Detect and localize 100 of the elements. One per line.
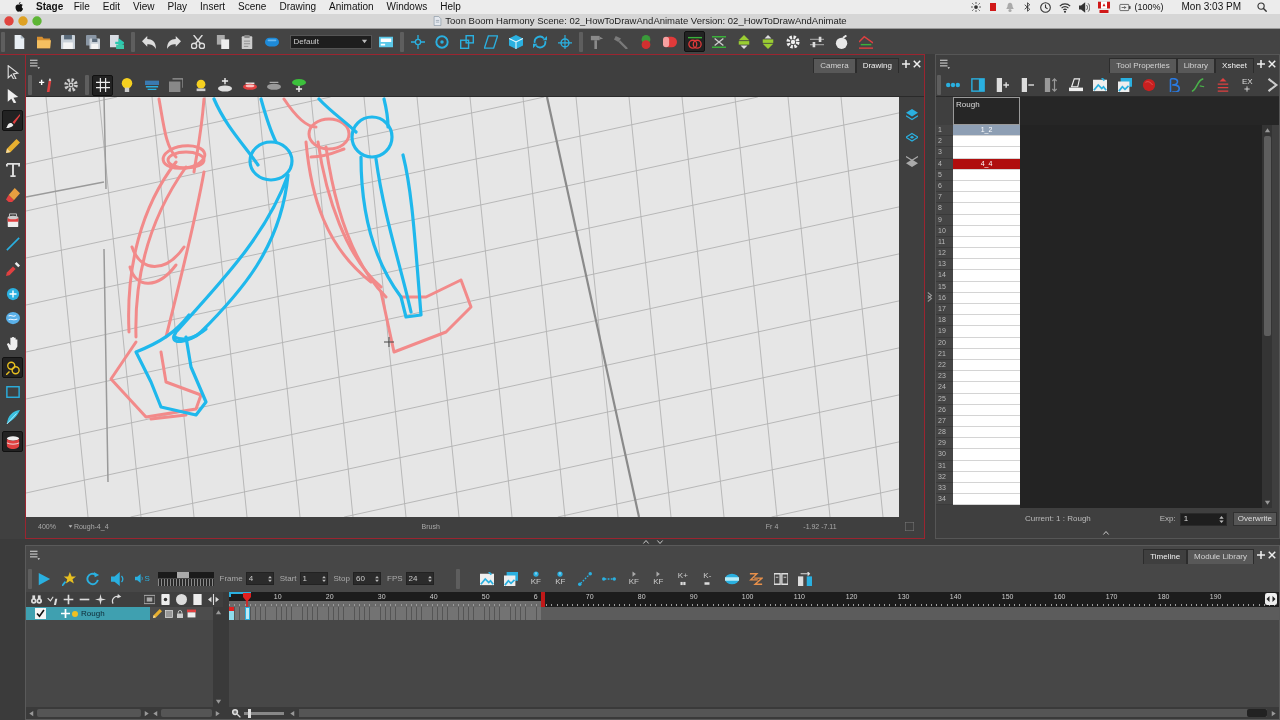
expand-plus-icon[interactable] (61, 609, 70, 618)
xsheet-cell[interactable] (953, 259, 1020, 271)
clock-icon[interactable] (1039, 1, 1051, 13)
window-close-icon[interactable] (4, 16, 14, 26)
xsheet-cell[interactable] (953, 225, 1020, 237)
chevron-up-icon[interactable] (1102, 530, 1110, 536)
stop-marker-icon[interactable] (541, 592, 545, 607)
view-preset-dropdown[interactable]: Default (289, 34, 372, 49)
volume-icon[interactable] (1078, 1, 1090, 13)
xsheet-cell[interactable] (953, 281, 1020, 293)
timeline-zoom-slider[interactable] (244, 711, 284, 715)
overwrite-button[interactable]: Overwrite (1232, 512, 1277, 526)
xsheet-cell[interactable] (953, 136, 1020, 148)
spinner-icon[interactable] (320, 574, 327, 583)
layer-checkbox[interactable] (35, 608, 46, 619)
menu-item[interactable]: Windows (380, 2, 434, 12)
panel-tab[interactable]: Module Library (1187, 549, 1254, 564)
column-frame-icon[interactable] (970, 78, 985, 92)
xsheet-cell[interactable] (953, 460, 1020, 472)
playback-speed-slider[interactable] (157, 571, 214, 578)
bluetooth-icon[interactable] (1022, 2, 1032, 12)
xsheet-cell[interactable] (953, 348, 1020, 360)
panel-tab[interactable]: Library (1176, 58, 1216, 73)
panel-menu-icon[interactable] (30, 59, 40, 69)
pen-curve-icon[interactable] (1191, 78, 1206, 92)
column-header[interactable]: Rough (953, 97, 1020, 125)
panel-tab[interactable]: Camera (813, 58, 856, 73)
square-icon[interactable] (988, 2, 997, 12)
arrow-right-icon[interactable] (143, 709, 150, 717)
film-frame-icon[interactable] (144, 594, 155, 605)
dots-diagonal-icon[interactable] (577, 571, 592, 586)
arrow-up-icon[interactable] (214, 609, 222, 616)
menu-clock[interactable]: Mon 3:03 PM (1181, 2, 1241, 12)
slider-thumb[interactable] (177, 571, 190, 578)
pencil-icon[interactable] (153, 609, 162, 618)
search-icon[interactable] (1257, 2, 1267, 12)
xsheet-cell[interactable] (953, 494, 1020, 506)
magnifier-icon[interactable] (231, 708, 241, 718)
menu-item[interactable]: Play (161, 2, 194, 12)
link-brush-icon[interactable] (47, 594, 58, 605)
frames-arrow-icon[interactable] (798, 571, 813, 586)
column-insert-icon[interactable] (995, 78, 1010, 92)
picture-frame-icon[interactable] (1093, 78, 1108, 92)
swirl-arrow-icon[interactable] (111, 594, 122, 605)
app-menu[interactable]: Stage (36, 2, 68, 12)
add-icon[interactable] (1257, 60, 1265, 68)
add-icon[interactable] (1257, 551, 1265, 559)
layers-icon[interactable] (905, 132, 918, 144)
slider-thumb[interactable] (247, 708, 251, 718)
playhead-icon[interactable] (243, 593, 252, 607)
number-field[interactable]: 60 (353, 572, 381, 585)
page-icon[interactable] (192, 594, 203, 605)
panel-menu-icon[interactable] (940, 59, 950, 69)
menu-item[interactable]: Scene (231, 2, 273, 12)
menu-item[interactable]: Edit (96, 2, 127, 12)
wifi-icon[interactable] (1058, 1, 1071, 13)
arrow-left-icon[interactable] (152, 709, 159, 717)
loop-icon[interactable] (86, 571, 101, 586)
keyframe-button[interactable]: KF (523, 567, 549, 590)
arrow-up-icon[interactable] (1263, 127, 1271, 134)
xsheet-cell[interactable] (953, 427, 1020, 439)
spinner-icon[interactable] (374, 574, 380, 583)
chevron-up-icon[interactable] (642, 539, 650, 545)
chevron-down-icon[interactable] (656, 539, 664, 545)
menu-item[interactable]: File (67, 2, 97, 12)
apple-icon[interactable] (14, 2, 24, 12)
menu-item[interactable]: Drawing (272, 2, 323, 12)
layer-square-icon[interactable] (165, 609, 173, 618)
horizontal-scrollbar[interactable] (37, 709, 141, 717)
speaker-icon[interactable] (110, 571, 125, 586)
picture-frame-icon[interactable] (479, 571, 494, 586)
arrow-left-icon[interactable] (28, 709, 35, 717)
scrollbar-thumb[interactable] (1263, 136, 1271, 336)
brush-button[interactable] (2, 110, 23, 132)
onion-skin-bracket-icon[interactable] (229, 592, 251, 597)
ink-pot-button[interactable] (2, 431, 23, 453)
xsheet-cell[interactable] (953, 326, 1020, 338)
xsheet-cell[interactable] (953, 393, 1020, 405)
layers-down-icon[interactable] (905, 155, 918, 167)
menu-item[interactable]: View (126, 2, 162, 12)
vertical-scrollbar[interactable] (1262, 125, 1272, 508)
menu-item[interactable]: Insert (193, 2, 232, 12)
menu-item[interactable]: Help (433, 2, 468, 12)
layers-up-icon[interactable] (905, 109, 918, 121)
keyframe-button[interactable]: KF (621, 567, 647, 590)
xsheet-cell[interactable] (953, 449, 1020, 461)
close-icon[interactable] (1268, 551, 1276, 559)
number-field[interactable]: 1 (299, 572, 328, 585)
keyframe-button[interactable]: K+ (670, 567, 696, 590)
panel-tab[interactable]: Drawing (855, 58, 899, 73)
xsheet-cell[interactable] (953, 192, 1020, 204)
binoculars-icon[interactable] (31, 594, 42, 605)
keyframe-marker-icon[interactable] (229, 607, 234, 620)
lock-icon[interactable] (176, 609, 184, 618)
arrow-left-icon[interactable] (289, 709, 296, 717)
play-icon[interactable] (37, 571, 52, 586)
linked-circles-button[interactable] (2, 357, 23, 379)
tray-icon[interactable] (1068, 78, 1083, 92)
zigzag-icon[interactable] (749, 571, 764, 586)
arrow-down-icon[interactable] (1263, 499, 1271, 506)
